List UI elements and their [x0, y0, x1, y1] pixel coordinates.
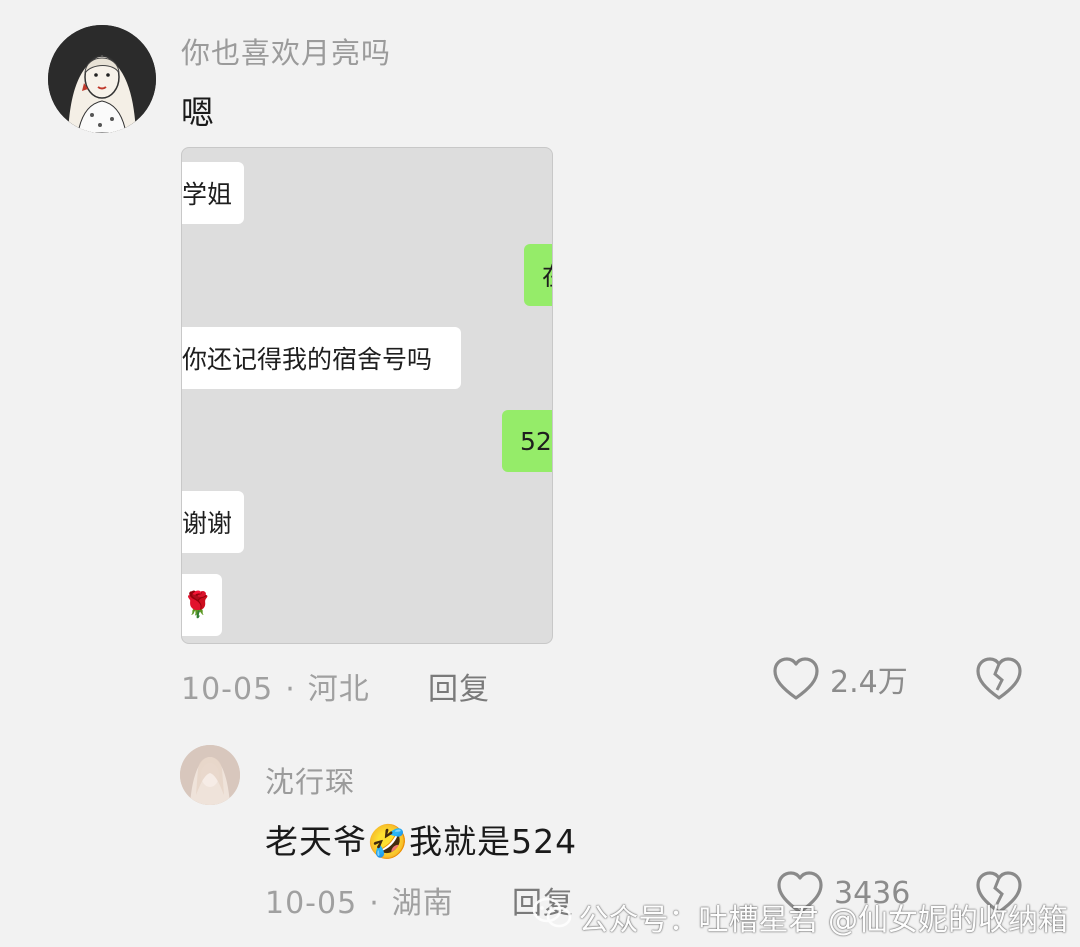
- comment-text: 嗯: [181, 93, 215, 132]
- chat-bubble-right: 在: [524, 244, 552, 306]
- avatar-illustration-icon: [180, 745, 240, 805]
- watermark-text: 公众号：吐槽星君 @仙女妮的收纳箱: [578, 903, 1068, 938]
- broken-heart-icon[interactable]: [975, 656, 1023, 702]
- chat-bubble-left: 🌹: [182, 574, 222, 636]
- like-button[interactable]: 2.4万: [772, 656, 908, 702]
- chat-bubble-left: 学姐: [182, 162, 244, 224]
- reply-meta: 10-05 · 湖南: [265, 878, 454, 922]
- chat-bubble-left: 你还记得我的宿舍号吗: [182, 327, 461, 389]
- wechat-icon: [532, 897, 572, 937]
- avatar-illustration-icon: [48, 25, 156, 133]
- reply-date: 10-05: [265, 886, 358, 921]
- meta-separator: ·: [285, 672, 296, 707]
- comment-username[interactable]: 你也喜欢月亮吗: [181, 30, 391, 72]
- comment-meta: 10-05 · 河北: [181, 664, 370, 708]
- comment-location: 河北: [307, 672, 370, 707]
- heart-icon[interactable]: [772, 656, 820, 702]
- avatar[interactable]: [48, 25, 156, 133]
- reply-username[interactable]: 沈行琛: [265, 759, 355, 801]
- chat-bubble-right: 52: [502, 410, 552, 472]
- chat-screenshot-image[interactable]: 学姐 在 你还记得我的宿舍号吗 52 谢谢 🌹: [181, 147, 553, 644]
- dislike-button[interactable]: [975, 656, 1023, 702]
- chat-bubble-left: 谢谢: [182, 491, 244, 553]
- watermark: 公众号：吐槽星君 @仙女妮的收纳箱: [532, 895, 1068, 939]
- reply-button[interactable]: 回复: [428, 664, 490, 708]
- like-count: 2.4万: [830, 665, 908, 700]
- reply-location: 湖南: [391, 886, 454, 921]
- reply-avatar[interactable]: [180, 745, 240, 805]
- comment-date: 10-05: [181, 672, 274, 707]
- reply-text: 老天爷🤣我就是524: [265, 822, 578, 861]
- meta-separator: ·: [369, 886, 380, 921]
